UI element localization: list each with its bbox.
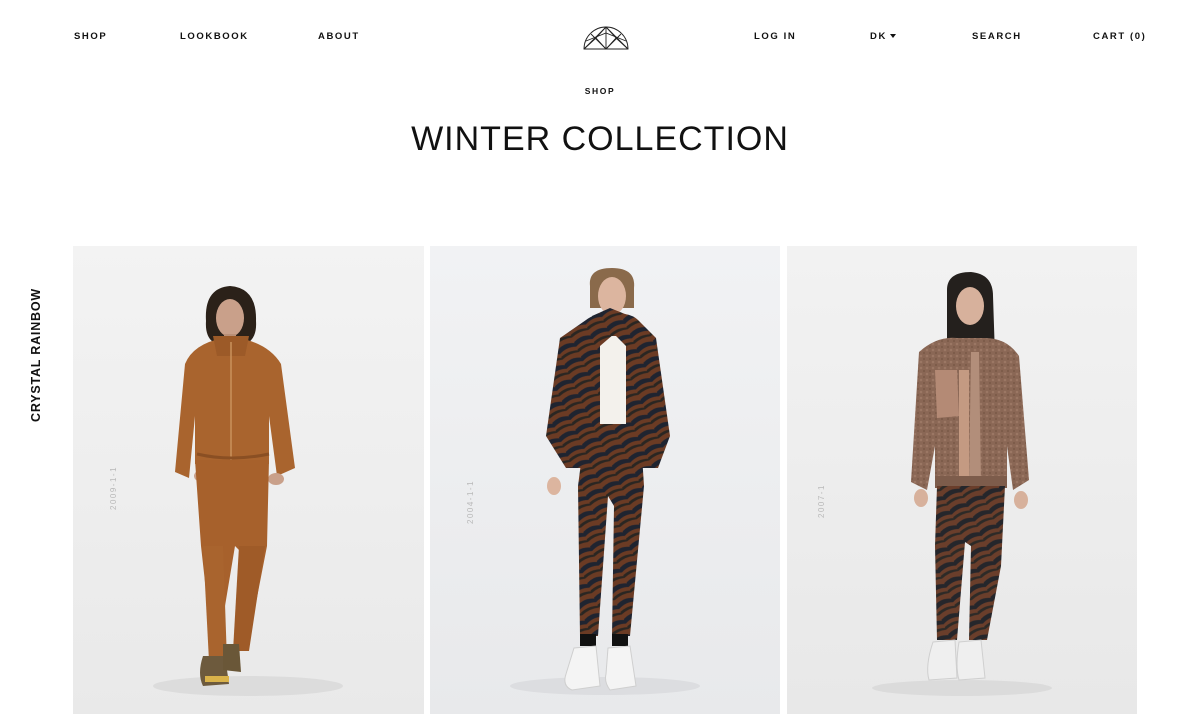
chevron-down-icon xyxy=(889,34,896,38)
breadcrumb-shop[interactable]: SHOP xyxy=(585,86,616,96)
product-sku: 2004-1-1 xyxy=(466,479,475,524)
brand-logo-icon[interactable] xyxy=(582,25,630,51)
product-sku: 2007-1 xyxy=(817,484,826,518)
main-navigation: SHOP LOOKBOOK ABOUT LOG IN DK SEARCH CAR… xyxy=(0,0,1200,74)
page-title: WINTER COLLECTION xyxy=(411,120,789,158)
nav-search-link[interactable]: SEARCH xyxy=(972,31,1022,43)
nav-lookbook-link[interactable]: LOOKBOOK xyxy=(180,31,249,43)
nav-cart-link[interactable]: CART (0) xyxy=(1093,31,1146,43)
nav-login-link[interactable]: LOG IN xyxy=(754,31,796,43)
breadcrumb: SHOP xyxy=(0,86,1200,97)
product-image xyxy=(430,246,780,714)
region-label: DK xyxy=(870,31,887,42)
nav-about-link[interactable]: ABOUT xyxy=(318,31,360,43)
collection-side-label[interactable]: CRYSTAL RAINBOW xyxy=(29,288,43,422)
product-card[interactable]: 2004-1-1 xyxy=(430,246,780,714)
product-card[interactable]: 2007-1 xyxy=(787,246,1137,714)
product-sku: 2009-1-1 xyxy=(109,465,118,510)
product-image xyxy=(787,246,1137,714)
product-card[interactable]: 2009-1-1 xyxy=(73,246,424,714)
region-selector[interactable]: DK xyxy=(870,31,896,43)
product-image xyxy=(73,246,424,714)
nav-shop-link[interactable]: SHOP xyxy=(74,31,107,43)
